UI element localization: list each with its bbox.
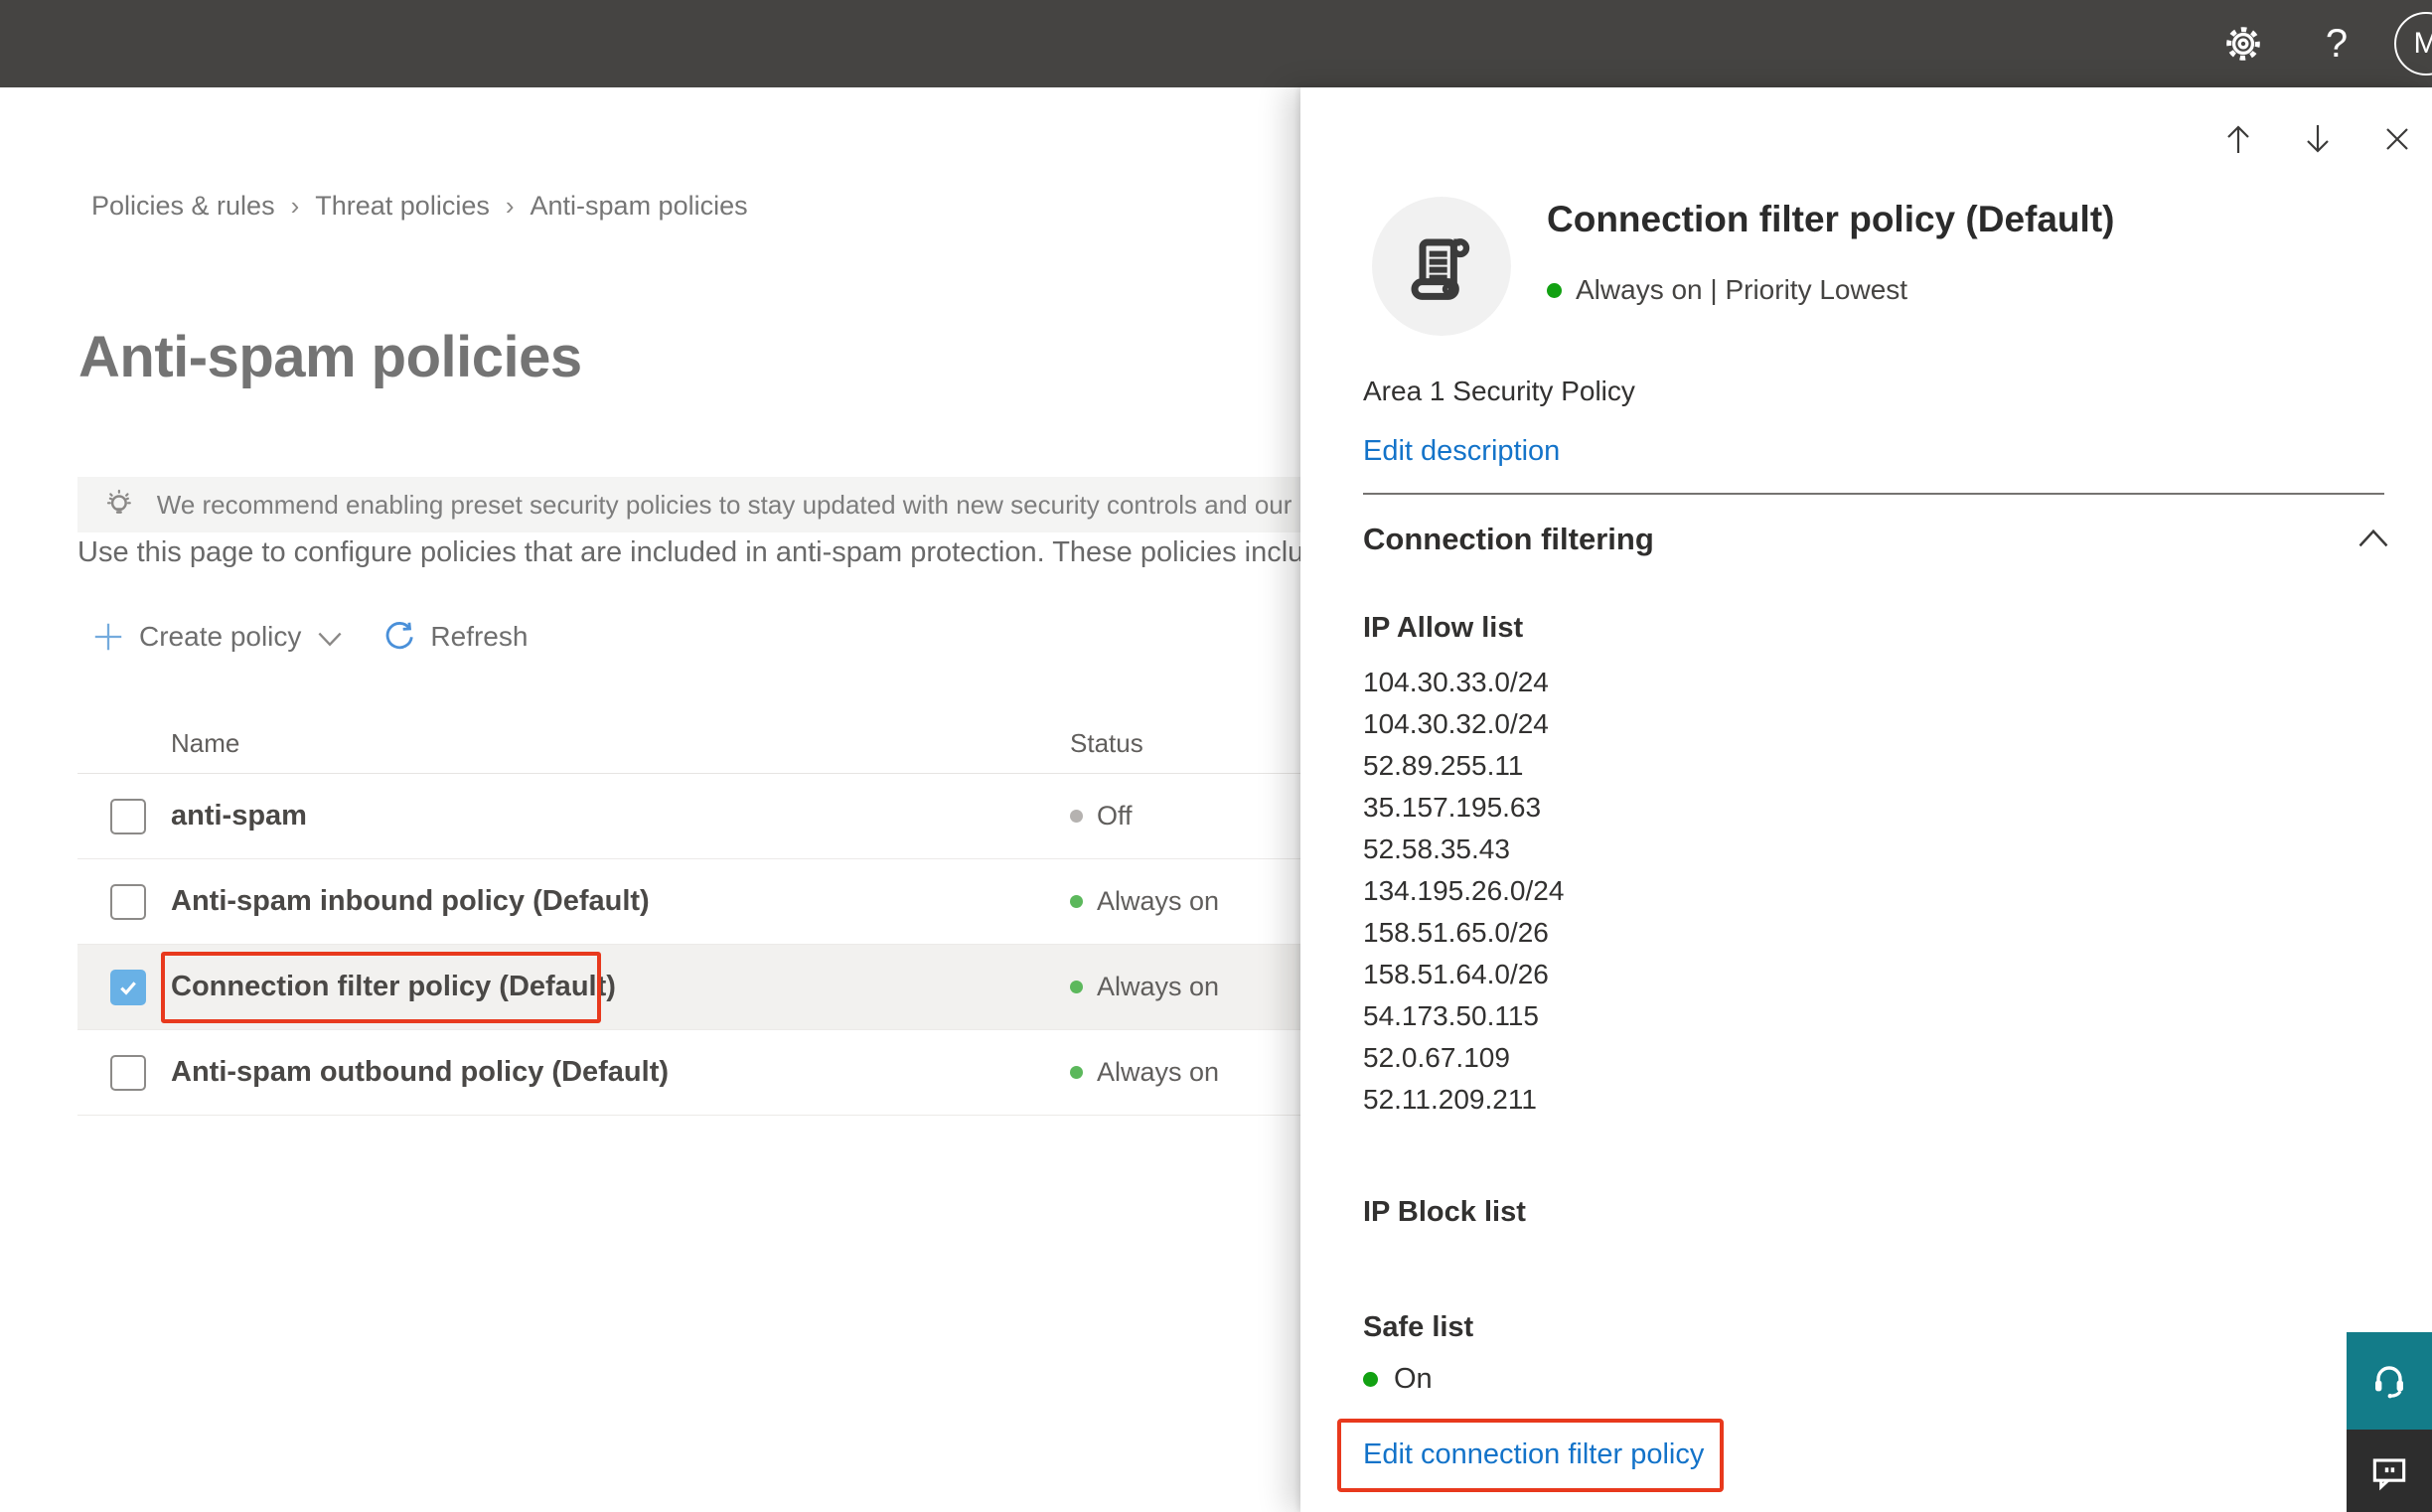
status-dot-icon [1070, 1066, 1083, 1079]
plus-icon [94, 623, 122, 651]
status-dot-icon [1070, 810, 1083, 823]
row-checkbox[interactable] [110, 799, 146, 834]
edit-description-link[interactable]: Edit description [1363, 435, 1560, 468]
table-row-selected[interactable]: Connection filter policy (Default) Alway… [77, 945, 1409, 1030]
ip-entry: 52.89.255.11 [1363, 750, 1524, 781]
column-header-status[interactable]: Status [1070, 728, 1143, 759]
flyout-title: Connection filter policy (Default) [1547, 199, 2115, 239]
refresh-button[interactable]: Refresh [382, 620, 528, 654]
row-checkbox[interactable] [110, 970, 146, 1005]
create-policy-label: Create policy [139, 621, 302, 652]
ip-entry: 104.30.33.0/24 [1363, 667, 1549, 697]
divider [1363, 493, 2384, 495]
section-connection-filtering[interactable]: Connection filtering [1363, 522, 1654, 557]
status-dot-icon [1070, 895, 1083, 908]
status-dot-icon [1547, 282, 1562, 298]
flyout-status-text: Always on | Priority Lowest [1576, 274, 1908, 305]
page-title: Anti-spam policies [78, 325, 582, 389]
status-dot-icon [1070, 981, 1083, 993]
policy-description: Area 1 Security Policy [1363, 376, 1635, 406]
policy-icon-circle [1372, 197, 1511, 336]
ip-entry: 158.51.64.0/26 [1363, 959, 1549, 989]
banner-text: We recommend enabling preset security po… [156, 489, 1399, 520]
policy-details-flyout: Connection filter policy (Default) Alway… [1300, 87, 2432, 1512]
policy-scroll-icon [1411, 238, 1470, 300]
policy-status: Always on [1070, 1030, 1219, 1115]
policy-table: Name Status anti-spam Off Anti-spam inbo… [77, 703, 1409, 1116]
ip-entry: 54.173.50.115 [1363, 1000, 1539, 1031]
create-policy-button[interactable]: Create policy [91, 620, 343, 654]
chevron-up-icon[interactable] [2356, 525, 2391, 551]
breadcrumb-separator-icon: › [290, 191, 300, 221]
gear-icon [2226, 27, 2260, 61]
ip-entry: 35.157.195.63 [1363, 792, 1542, 823]
topbar-actions: ? M [2213, 0, 2432, 87]
ip-allow-list: 104.30.33.0/24 104.30.32.0/24 52.89.255.… [1363, 662, 1564, 1121]
settings-gear-icon[interactable] [2213, 14, 2273, 74]
policy-name[interactable]: anti-spam [171, 774, 307, 858]
breadcrumb-separator-icon: › [505, 191, 515, 221]
ip-entry: 134.195.26.0/24 [1363, 875, 1565, 906]
safe-list-label: Safe list [1363, 1311, 1474, 1343]
safe-list-status: On [1394, 1363, 1433, 1395]
feedback-button[interactable] [2347, 1430, 2432, 1512]
account-avatar[interactable]: M [2394, 12, 2432, 76]
status-label: Always on [1097, 972, 1220, 1001]
safe-list-value: On [1363, 1363, 1433, 1396]
refresh-icon [386, 622, 414, 650]
headset-icon [2375, 1366, 2403, 1399]
status-label: Off [1097, 801, 1133, 831]
check-icon [120, 982, 136, 995]
arrow-down-icon[interactable] [2298, 119, 2338, 159]
help-icon[interactable]: ? [2307, 14, 2366, 74]
recommendation-banner: We recommend enabling preset security po… [77, 477, 1399, 532]
ip-entry: 52.58.35.43 [1363, 833, 1510, 864]
close-icon[interactable] [2377, 119, 2417, 159]
ip-allow-list-label: IP Allow list [1363, 612, 1524, 644]
edit-connection-filter-policy-link[interactable]: Edit connection filter policy [1363, 1438, 1704, 1471]
refresh-label: Refresh [430, 621, 529, 652]
page-description: Use this page to configure policies that… [77, 536, 1336, 568]
status-label: Always on [1097, 886, 1220, 916]
breadcrumb-threat-policies[interactable]: Threat policies [315, 191, 490, 222]
table-row[interactable]: Anti-spam outbound policy (Default) Alwa… [77, 1030, 1409, 1116]
row-checkbox[interactable] [110, 884, 146, 920]
policy-status: Off [1070, 774, 1133, 858]
ip-block-list-label: IP Block list [1363, 1196, 1526, 1228]
top-app-bar: ? M [0, 0, 2432, 87]
breadcrumb: Policies & rules › Threat policies › Ant… [91, 191, 748, 222]
table-header: Name Status [77, 703, 1409, 774]
flyout-status-line: Always on | Priority Lowest [1547, 274, 1907, 306]
lightbulb-icon [106, 489, 132, 514]
policy-name[interactable]: Anti-spam inbound policy (Default) [171, 859, 650, 944]
policy-name[interactable]: Connection filter policy (Default) [171, 945, 616, 1029]
policy-status: Always on [1070, 859, 1219, 944]
table-row[interactable]: anti-spam Off [77, 774, 1409, 859]
ip-entry: 52.0.67.109 [1363, 1042, 1510, 1073]
arrow-up-icon[interactable] [2218, 119, 2258, 159]
support-button[interactable] [2347, 1332, 2432, 1430]
column-header-name[interactable]: Name [171, 728, 239, 759]
toolbar: Create policy Refresh [91, 612, 528, 662]
status-dot-icon [1363, 1372, 1378, 1387]
table-row[interactable]: Anti-spam inbound policy (Default) Alway… [77, 859, 1409, 945]
breadcrumb-policies-rules[interactable]: Policies & rules [91, 191, 275, 222]
chevron-down-icon [318, 632, 342, 647]
row-checkbox[interactable] [110, 1055, 146, 1091]
breadcrumb-anti-spam-policies[interactable]: Anti-spam policies [531, 191, 748, 222]
flyout-nav [2218, 119, 2417, 159]
feedback-bubble-icon [2372, 1457, 2406, 1490]
ip-entry: 104.30.32.0/24 [1363, 708, 1549, 739]
ip-entry: 52.11.209.211 [1363, 1084, 1537, 1115]
ip-entry: 158.51.65.0/26 [1363, 917, 1549, 948]
policy-name[interactable]: Anti-spam outbound policy (Default) [171, 1030, 669, 1115]
policy-status: Always on [1070, 945, 1219, 1029]
status-label: Always on [1097, 1057, 1220, 1087]
